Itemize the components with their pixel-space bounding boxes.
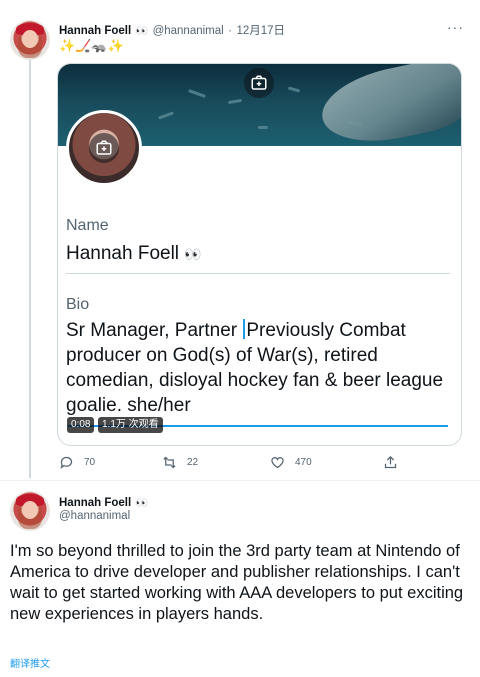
- media-card[interactable]: Name Hannah Foell 👀 Bio Sr Manager, Part…: [57, 63, 462, 446]
- reply-count: 70: [84, 457, 96, 468]
- video-views-badge: 1.1万 次观看: [98, 417, 163, 433]
- main-author-emoji: 👀: [135, 498, 149, 509]
- tweet-divider: [0, 480, 480, 481]
- bio-text-start: Sr Manager, Partner: [66, 320, 243, 341]
- profile-picture: [66, 110, 142, 186]
- thread-line: [29, 60, 31, 478]
- tweet-header: Hannah Foell 👀 @hannanimal · 12月17日: [59, 21, 285, 39]
- banner-camera-icon[interactable]: [244, 68, 274, 98]
- share-button[interactable]: [383, 455, 398, 470]
- like-count: 470: [295, 457, 312, 468]
- main-author-name[interactable]: Hannah Foell: [59, 497, 131, 509]
- author-avatar[interactable]: [10, 20, 50, 60]
- name-value-text: Hannah Foell: [66, 243, 180, 264]
- author-name[interactable]: Hannah Foell: [59, 25, 131, 37]
- reply-icon: [60, 456, 73, 470]
- tweet-date[interactable]: 12月17日: [236, 25, 285, 37]
- retweet-button[interactable]: 22: [162, 455, 198, 470]
- name-value-emoji: 👀: [184, 246, 202, 262]
- main-author-name-row: Hannah Foell 👀: [59, 493, 148, 511]
- heart-icon: [271, 457, 284, 469]
- retweet-icon: [163, 456, 176, 469]
- main-author-avatar[interactable]: [10, 491, 50, 531]
- separator-dot: ·: [228, 25, 232, 37]
- name-field-value: Hannah Foell 👀: [66, 243, 202, 265]
- translate-tweet-link[interactable]: 翻译推文: [10, 655, 50, 670]
- retweet-count: 22: [187, 457, 199, 468]
- more-options-icon[interactable]: ···: [447, 19, 464, 35]
- reply-button[interactable]: 70: [59, 455, 95, 470]
- name-field-label: Name: [66, 217, 109, 234]
- share-icon: [384, 455, 397, 469]
- avatar-camera-icon[interactable]: [89, 133, 119, 163]
- video-time-badge: 0:08: [67, 417, 95, 433]
- author-emoji: 👀: [135, 26, 149, 37]
- main-author-handle[interactable]: @hannanimal: [59, 510, 130, 522]
- tweet-emoji-line: ✨🏒🦡✨: [59, 38, 124, 53]
- bio-field-value: Sr Manager, Partner Previously Combat pr…: [66, 318, 451, 418]
- bio-field-label: Bio: [66, 296, 90, 313]
- author-handle[interactable]: @hannanimal: [153, 25, 224, 37]
- main-tweet-text: I'm so beyond thrilled to join the 3rd p…: [10, 542, 464, 623]
- like-button[interactable]: 470: [270, 455, 312, 470]
- name-field-underline: [66, 273, 450, 274]
